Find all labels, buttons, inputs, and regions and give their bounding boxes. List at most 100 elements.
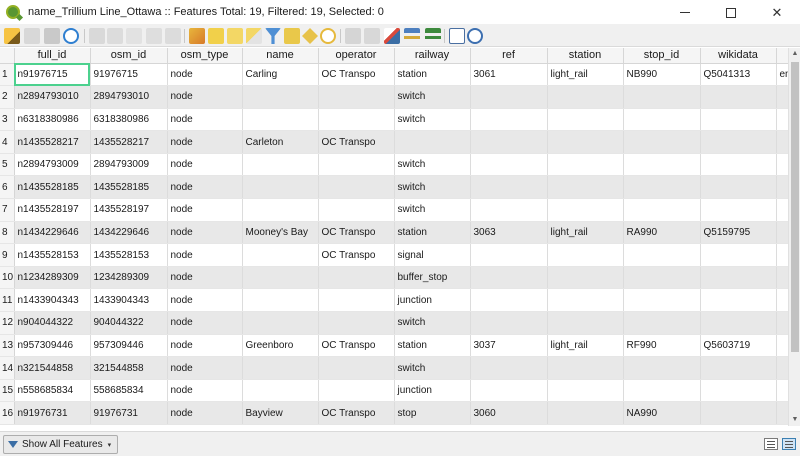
cell-full-id[interactable]: n6318380986 (14, 108, 91, 132)
cell-name[interactable] (242, 108, 319, 132)
cell-ref[interactable] (470, 175, 548, 200)
cell-ref[interactable] (470, 198, 548, 222)
show-all-features-button[interactable]: Show All Features ▾ (3, 435, 119, 454)
cell-ref[interactable] (470, 288, 548, 313)
cell-wikidata[interactable] (700, 108, 777, 132)
table-row[interactable]: 5 n2894793009 2894793009 node switch (0, 153, 793, 177)
row-number[interactable]: 1 (0, 63, 15, 87)
vertical-scrollbar[interactable]: ▲ ▼ (788, 48, 800, 426)
row-number[interactable]: 5 (0, 153, 15, 177)
delete-feature-icon[interactable] (107, 28, 123, 44)
cell-station[interactable]: light_rail (547, 221, 624, 245)
cell-railway[interactable]: switch (394, 356, 471, 380)
copy-icon[interactable] (146, 28, 162, 44)
cell-railway[interactable]: switch (394, 85, 471, 109)
cell-station[interactable] (547, 401, 624, 425)
cell-wikidata[interactable] (700, 401, 777, 425)
cell-stop-id[interactable] (623, 198, 701, 222)
cell-operator[interactable]: OC Transpo (318, 130, 395, 154)
cell-ref[interactable] (470, 356, 548, 380)
cell-name[interactable] (242, 175, 319, 200)
cell-operator[interactable] (318, 356, 395, 380)
cell-operator[interactable] (318, 153, 395, 177)
cell-osm-id[interactable]: 1234289309 (90, 266, 168, 290)
table-row[interactable]: 11 n1433904343 1433904343 node junction (0, 288, 793, 313)
paste-icon[interactable] (165, 28, 181, 44)
cell-ref[interactable] (470, 108, 548, 132)
row-number[interactable]: 11 (0, 288, 15, 313)
cell-stop-id[interactable]: NA990 (623, 401, 701, 425)
cell-osm-type[interactable]: node (167, 153, 243, 177)
table-row[interactable]: 1 n91976715 91976715 node Carling OC Transpo s… (0, 63, 793, 87)
cell-osm-type[interactable]: node (167, 266, 243, 290)
minimize-button[interactable] (662, 0, 708, 25)
column-header-railway[interactable]: railway (394, 48, 471, 64)
cell-ref[interactable] (470, 311, 548, 335)
cell-name[interactable] (242, 85, 319, 109)
row-number[interactable]: 6 (0, 175, 15, 200)
cell-operator[interactable] (318, 85, 395, 109)
add-feature-icon[interactable] (89, 28, 105, 44)
cell-operator[interactable] (318, 175, 395, 200)
cell-osm-id[interactable]: 91976731 (90, 401, 168, 425)
cell-ref[interactable]: 3037 (470, 334, 548, 358)
cell-osm-id[interactable]: 6318380986 (90, 108, 168, 132)
column-header-name[interactable]: name (242, 48, 319, 64)
cell-wikidata[interactable] (700, 356, 777, 380)
cell-stop-id[interactable] (623, 243, 701, 267)
cell-osm-type[interactable]: node (167, 334, 243, 358)
table-row[interactable]: 16 n91976731 91976731 node Bayview OC Transpo… (0, 401, 793, 425)
table-row[interactable]: 2 n2894793010 2894793010 node switch (0, 85, 793, 109)
cell-operator[interactable]: OC Transpo (318, 243, 395, 267)
column-header-osm-type[interactable]: osm_type (167, 48, 243, 64)
column-header-full-id[interactable]: full_id (14, 48, 91, 64)
cell-station[interactable] (547, 175, 624, 200)
conditional-formatting-icon[interactable] (404, 28, 420, 44)
cell-osm-type[interactable]: node (167, 63, 243, 87)
cell-station[interactable] (547, 130, 624, 154)
row-number[interactable]: 13 (0, 334, 15, 358)
cell-osm-id[interactable]: 2894793010 (90, 85, 168, 109)
cell-station[interactable] (547, 243, 624, 267)
cell-full-id[interactable]: n2894793010 (14, 85, 91, 109)
cell-wikidata[interactable]: Q5603719 (700, 334, 777, 358)
cell-railway[interactable]: stop (394, 401, 471, 425)
cell-osm-id[interactable]: 1434229646 (90, 221, 168, 245)
cell-station[interactable]: light_rail (547, 63, 624, 87)
cell-name[interactable]: Greenboro (242, 334, 319, 358)
cell-stop-id[interactable] (623, 85, 701, 109)
cell-name[interactable]: Mooney's Bay (242, 221, 319, 245)
cell-operator[interactable]: OC Transpo (318, 401, 395, 425)
cell-railway[interactable]: switch (394, 198, 471, 222)
cell-wikidata[interactable] (700, 198, 777, 222)
cell-name[interactable]: Bayview (242, 401, 319, 425)
cell-station[interactable] (547, 153, 624, 177)
cell-railway[interactable]: signal (394, 243, 471, 267)
row-number[interactable]: 10 (0, 266, 15, 290)
cell-wikidata[interactable] (700, 130, 777, 154)
cell-station[interactable] (547, 311, 624, 335)
cell-osm-id[interactable]: 1435528153 (90, 243, 168, 267)
row-number[interactable]: 8 (0, 221, 15, 245)
cell-operator[interactable] (318, 288, 395, 313)
move-selection-top-icon[interactable] (284, 28, 300, 44)
help-icon[interactable] (467, 28, 483, 44)
cell-stop-id[interactable] (623, 311, 701, 335)
actions-icon[interactable] (425, 28, 441, 44)
select-all-icon[interactable] (208, 28, 224, 44)
cell-ref[interactable]: 3060 (470, 401, 548, 425)
cell-osm-id[interactable]: 957309446 (90, 334, 168, 358)
cell-osm-id[interactable]: 904044322 (90, 311, 168, 335)
maximize-button[interactable] (708, 0, 754, 25)
save-edits-icon[interactable] (44, 28, 60, 44)
pencil-edit-icon[interactable] (4, 28, 20, 44)
cell-name[interactable] (242, 198, 319, 222)
cell-ref[interactable]: 3061 (470, 63, 548, 87)
cell-full-id[interactable]: n1435528197 (14, 198, 91, 222)
cell-operator[interactable] (318, 198, 395, 222)
table-row[interactable]: 3 n6318380986 6318380986 node switch (0, 108, 793, 132)
cell-name[interactable]: Carling (242, 63, 319, 87)
column-header-stop-id[interactable]: stop_id (623, 48, 701, 64)
cell-stop-id[interactable] (623, 153, 701, 177)
column-header-operator[interactable]: operator (318, 48, 395, 64)
